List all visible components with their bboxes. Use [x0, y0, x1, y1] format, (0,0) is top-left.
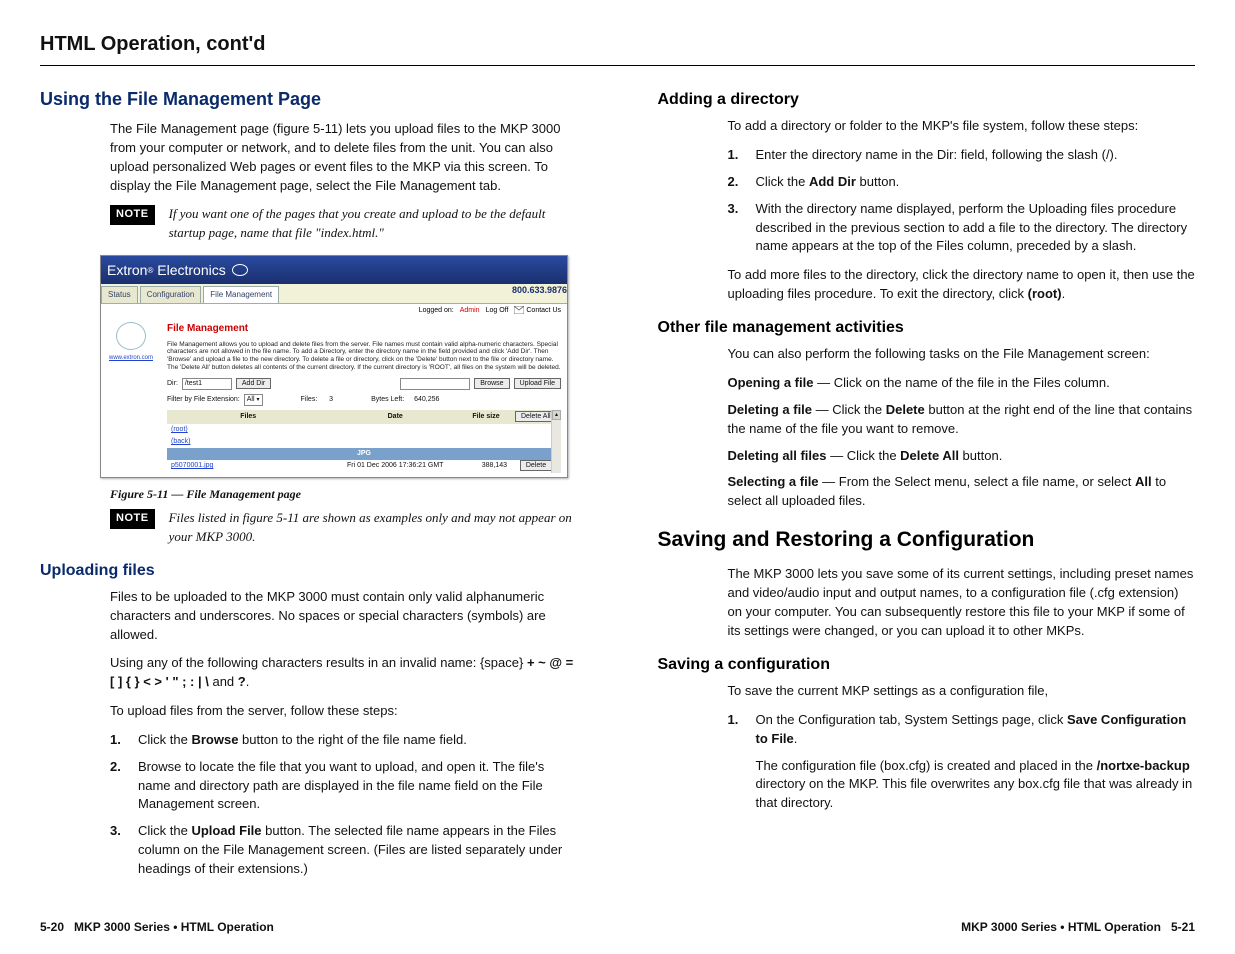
bytes-left-value: 640,256 [414, 395, 439, 405]
contact-us[interactable]: Contact Us [514, 306, 561, 316]
section-saving-config: Saving a configuration [658, 653, 1196, 676]
filter-select[interactable]: All [244, 394, 263, 406]
tab-file-management[interactable]: File Management [203, 286, 279, 303]
header-rule [40, 65, 1195, 66]
panel-title: File Management [167, 322, 561, 337]
saving-p1: To save the current MKP settings as a co… [728, 682, 1196, 701]
ss-brand-2: Electronics [157, 260, 225, 280]
figure-caption: Figure 5-11 — File Management page [110, 486, 578, 503]
ss-tabs: Status Configuration File Management 800… [101, 284, 567, 304]
root-link[interactable]: (root) [171, 426, 188, 433]
add-dir-p1: To add a directory or folder to the MKP'… [728, 117, 1196, 136]
scrollbar[interactable]: ▴ [551, 410, 561, 473]
phone-number: 800.633.9876 [512, 284, 567, 303]
filter-label: Filter by File Extension: [167, 395, 240, 405]
upload-step-2: Browse to locate the file that you want … [138, 758, 578, 815]
add-dir-button[interactable]: Add Dir [236, 378, 271, 389]
other-actions: Opening a file — Click on the name of th… [728, 374, 1196, 511]
add-dir-step-3: With the directory name displayed, perfo… [756, 200, 1196, 257]
note-examples: NOTE Files listed in figure 5-11 are sho… [110, 509, 578, 547]
file-path-input[interactable] [400, 378, 470, 390]
action-delete: Deleting a file — Click the Delete butto… [728, 401, 1196, 439]
upload-step-3: Click the Upload File button. The select… [138, 822, 578, 879]
logged-on-label: Logged on: [419, 306, 454, 316]
section-adding-dir: Adding a directory [658, 88, 1196, 111]
files-count: 3 [329, 395, 333, 405]
two-column-layout: Using the File Management Page The File … [40, 76, 1195, 889]
add-dir-steps: 1Enter the directory name in the Dir: fi… [728, 146, 1196, 256]
delete-button[interactable]: Delete [520, 460, 552, 471]
section-file-mgmt: Using the File Management Page [40, 86, 578, 112]
section-other-activities: Other file management activities [658, 316, 1196, 339]
save-restore-p1: The MKP 3000 lets you save some of its c… [728, 565, 1196, 640]
swoosh-icon [232, 264, 248, 276]
file-date: Fri 01 Dec 2006 17:36:21 GMT [329, 460, 461, 472]
file-mgmt-intro: The File Management page (figure 5-11) l… [110, 120, 578, 195]
ss-sidebar: www.extron.com [101, 318, 161, 476]
note-tag: NOTE [110, 205, 155, 225]
add-dir-p2: To add more files to the directory, clic… [728, 266, 1196, 304]
upload-p3: To upload files from the server, follow … [110, 702, 578, 721]
files-count-label: Files: [301, 395, 318, 405]
add-dir-step-1: Enter the directory name in the Dir: fie… [756, 146, 1196, 165]
upload-file-button[interactable]: Upload File [514, 378, 561, 389]
ss-topbar: Logged on: Admin Log Off Contact Us [101, 304, 567, 318]
col-date: Date [329, 410, 461, 424]
page-num-right: 5-21 [1171, 920, 1195, 934]
saving-steps: 1 On the Configuration tab, System Setti… [728, 711, 1196, 821]
note-index-html: NOTE If you want one of the pages that y… [110, 205, 578, 243]
file-size: 388,143 [461, 460, 511, 472]
note-text: Files listed in figure 5-11 are shown as… [169, 509, 578, 547]
figure-5-11-screenshot: Extron® Electronics Status Configuration… [100, 255, 568, 477]
col-files: Files [167, 410, 329, 424]
browse-button[interactable]: Browse [474, 378, 509, 389]
action-delete-all: Deleting all files — Click the Delete Al… [728, 447, 1196, 466]
page-num-left: 5-20 [40, 920, 64, 934]
page-header: HTML Operation, cont'd [40, 30, 1195, 59]
panel-desc: File Management allows you to upload and… [167, 341, 561, 372]
file-link[interactable]: p5070001.jpg [171, 462, 213, 469]
left-column: Using the File Management Page The File … [40, 76, 578, 889]
page-footer: 5-20 MKP 3000 Series • HTML Operation MK… [40, 919, 1195, 936]
bytes-left-label: Bytes Left: [371, 395, 404, 405]
upload-p2: Using any of the following characters re… [110, 654, 578, 692]
extron-link[interactable]: www.extron.com [109, 355, 153, 361]
other-p1: You can also perform the following tasks… [728, 345, 1196, 364]
file-table: Files Date File size Delete All (root) (… [167, 410, 561, 473]
section-save-restore: Saving and Restoring a Configuration [658, 525, 1196, 555]
extron-logo-icon [116, 322, 146, 350]
action-select: Selecting a file — From the Select menu,… [728, 473, 1196, 511]
right-column: Adding a directory To add a directory or… [658, 76, 1196, 889]
footer-right-text: MKP 3000 Series • HTML Operation [961, 920, 1161, 934]
scroll-up-icon[interactable]: ▴ [552, 410, 561, 420]
logged-user: Admin [460, 306, 480, 316]
col-size: File size [461, 410, 511, 424]
ss-brand-1: Extron [107, 260, 147, 280]
note-tag: NOTE [110, 509, 155, 529]
note-text: If you want one of the pages that you cr… [169, 205, 578, 243]
saving-step-1: On the Configuration tab, System Setting… [756, 711, 1196, 821]
add-dir-step-2: Click the Add Dir button. [756, 173, 1196, 192]
footer-left-text: MKP 3000 Series • HTML Operation [74, 920, 274, 934]
ss-banner: Extron® Electronics [101, 256, 567, 284]
dir-label: Dir: [167, 379, 178, 389]
ss-main-panel: File Management File Management allows y… [161, 318, 567, 476]
upload-steps: 1Click the Browse button to the right of… [110, 731, 578, 879]
tab-configuration[interactable]: Configuration [140, 286, 202, 303]
logoff-link[interactable]: Log Off [486, 306, 509, 316]
back-link[interactable]: (back) [171, 438, 190, 445]
upload-p1: Files to be uploaded to the MKP 3000 mus… [110, 588, 578, 645]
action-open: Opening a file — Click on the name of th… [728, 374, 1196, 393]
jpg-header-row: JPG [167, 448, 561, 460]
reg-mark: ® [147, 265, 153, 277]
tab-status[interactable]: Status [101, 286, 138, 303]
dir-input[interactable]: /test1 [182, 378, 232, 390]
section-uploading: Uploading files [40, 559, 578, 582]
upload-step-1: Click the Browse button to the right of … [138, 731, 578, 750]
